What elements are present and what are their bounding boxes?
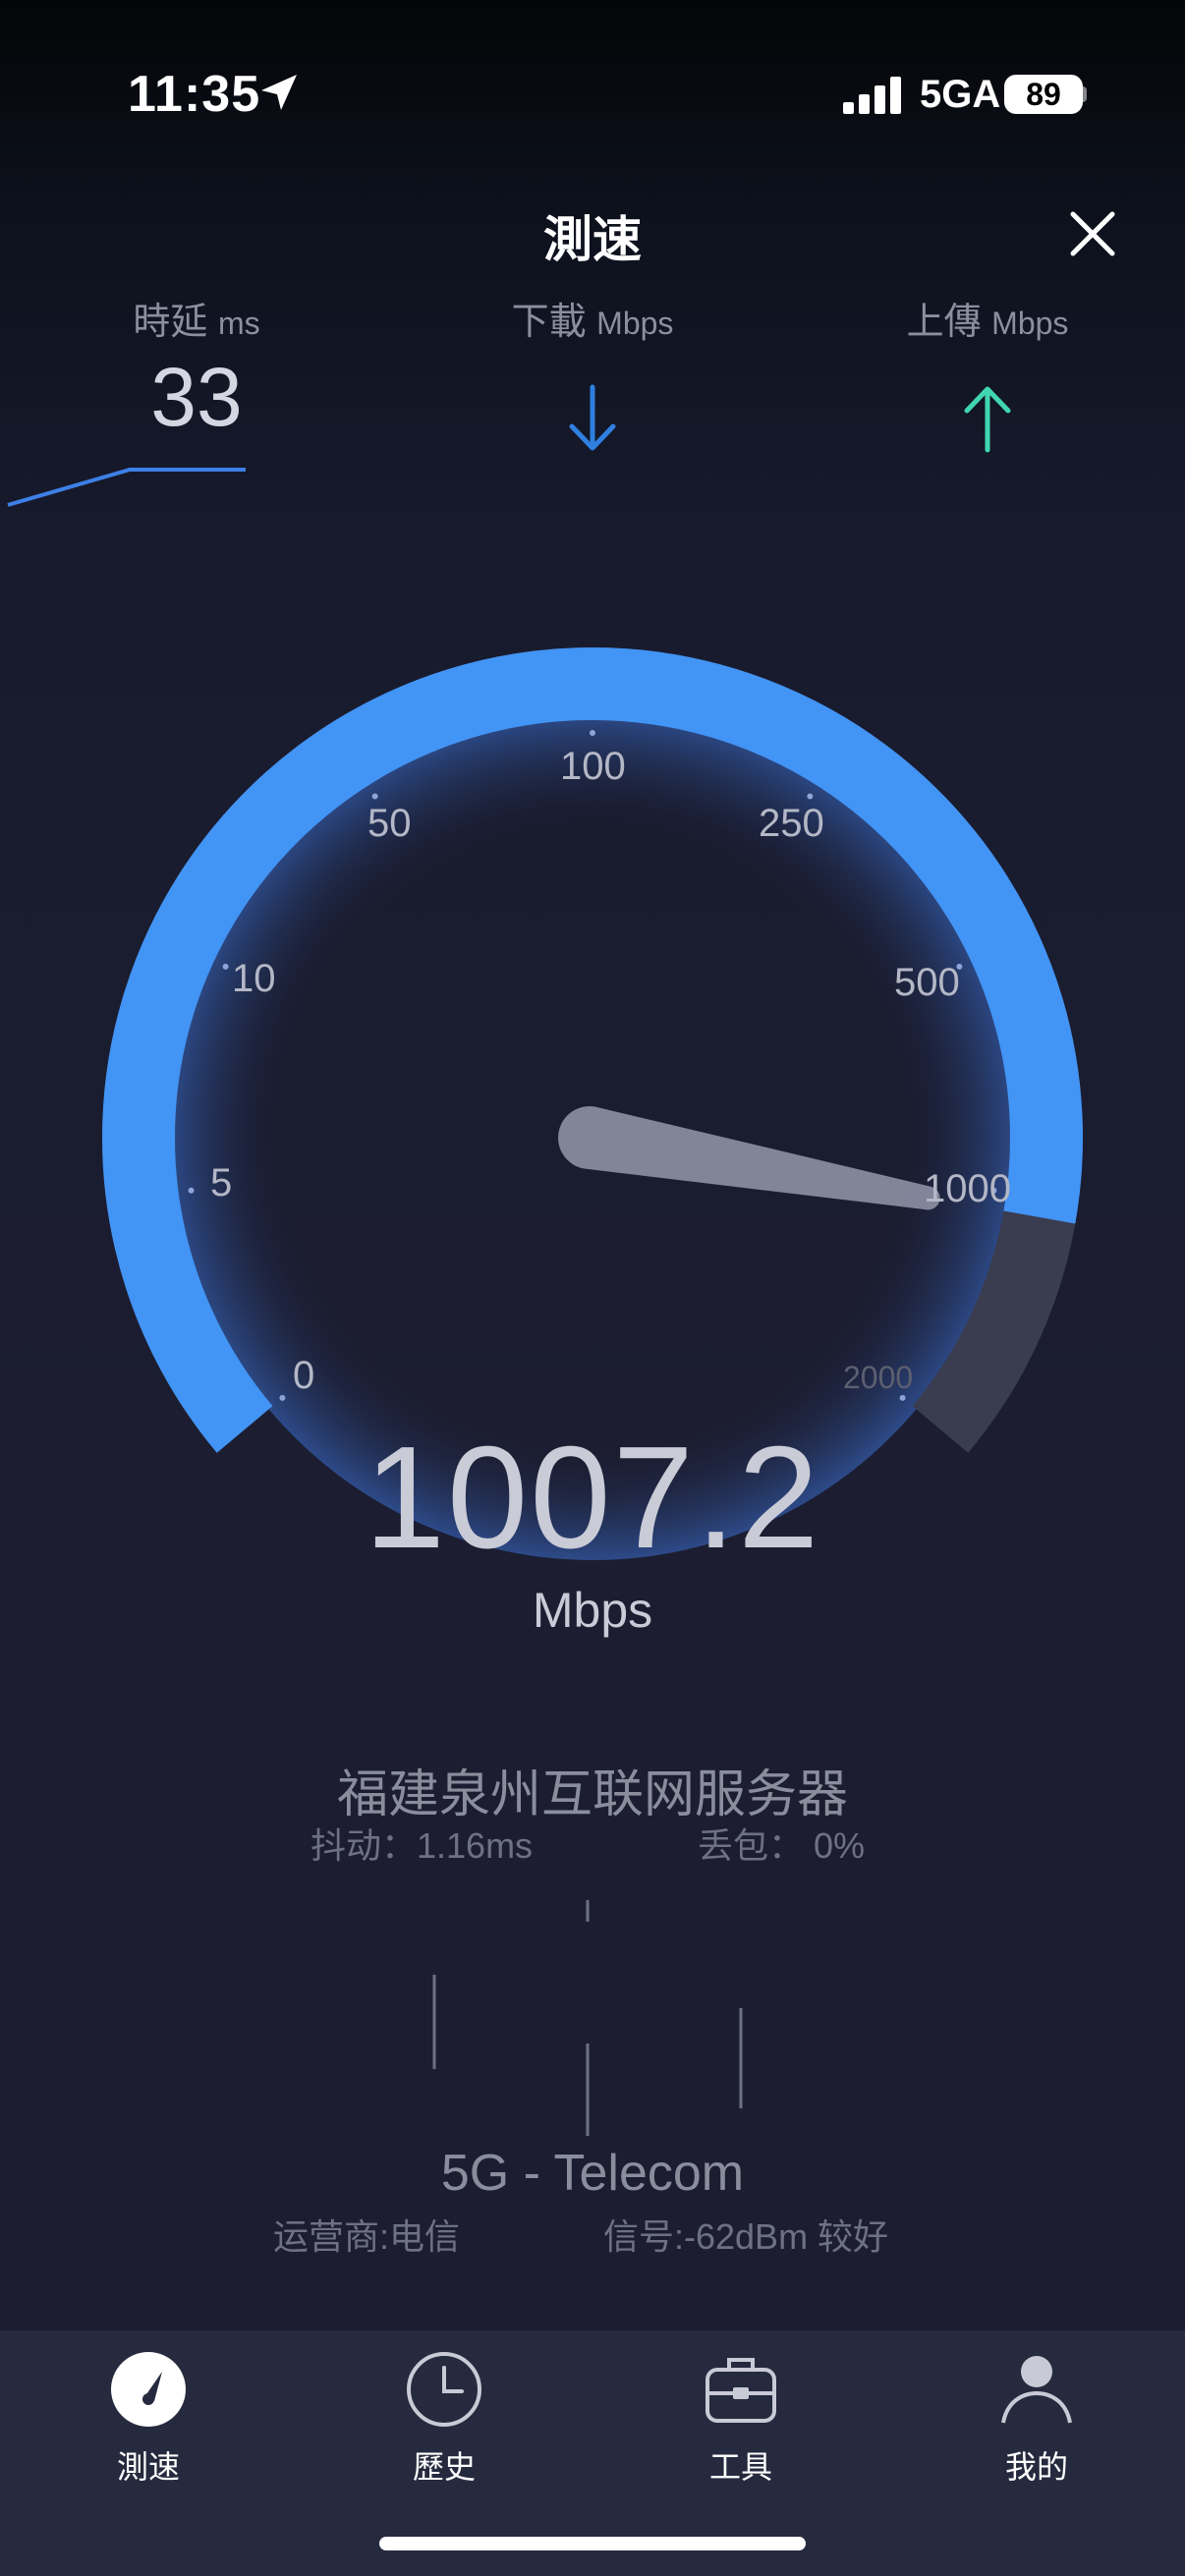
tab-speedtest[interactable]: 測速 <box>30 2350 266 2497</box>
gauge-tick-dot <box>590 730 595 736</box>
tick-label-250: 250 <box>759 802 824 845</box>
tick-label-10: 10 <box>232 957 276 1000</box>
tab-profile[interactable]: 我的 <box>919 2350 1155 2497</box>
gauge-tick-dot <box>222 963 229 970</box>
speed-unit: Mbps <box>532 1583 653 1638</box>
tab-speedtest-label: 測速 <box>116 2449 180 2485</box>
user-icon <box>1001 2356 1072 2424</box>
signal-graph <box>432 1900 743 2136</box>
tick-label-500: 500 <box>894 961 960 1004</box>
tab-history[interactable]: 歷史 <box>326 2350 562 2497</box>
tab-tools[interactable]: 工具 <box>623 2350 859 2497</box>
speedometer-icon <box>111 2352 186 2427</box>
tick-label-0: 0 <box>293 1354 315 1397</box>
tick-label-50: 50 <box>367 802 412 845</box>
tab-profile-label: 我的 <box>1004 2449 1068 2485</box>
tab-tools-label: 工具 <box>708 2449 772 2485</box>
toolbox-icon <box>705 2358 776 2423</box>
tick-label-100: 100 <box>560 745 626 788</box>
clock-icon <box>407 2352 481 2427</box>
gauge-tick-dot <box>279 1394 286 1401</box>
tab-history-label: 歷史 <box>412 2449 476 2485</box>
gauge-tick-dot <box>807 793 814 800</box>
gauge-tick-dot <box>371 793 378 800</box>
speed-value: 1007.2 <box>364 1417 821 1579</box>
home-indicator <box>379 2537 806 2550</box>
tick-label-2000: 2000 <box>843 1360 914 1395</box>
carrier-text: 运营商:电信 <box>273 2216 461 2257</box>
network-name: 5G - Telecom <box>440 2145 745 2202</box>
tick-label-1000: 1000 <box>924 1167 1011 1210</box>
jitter-text: 抖动：1.16ms <box>310 1825 534 1866</box>
signal-strength-text: 信号:-62dBm 较好 <box>603 2216 889 2257</box>
packet-loss-text: 丢包： 0% <box>698 1825 866 1866</box>
tick-label-5: 5 <box>210 1161 233 1204</box>
server-name: 福建泉州互联网服务器 <box>336 1766 848 1823</box>
gauge-tick-dot <box>188 1187 195 1194</box>
